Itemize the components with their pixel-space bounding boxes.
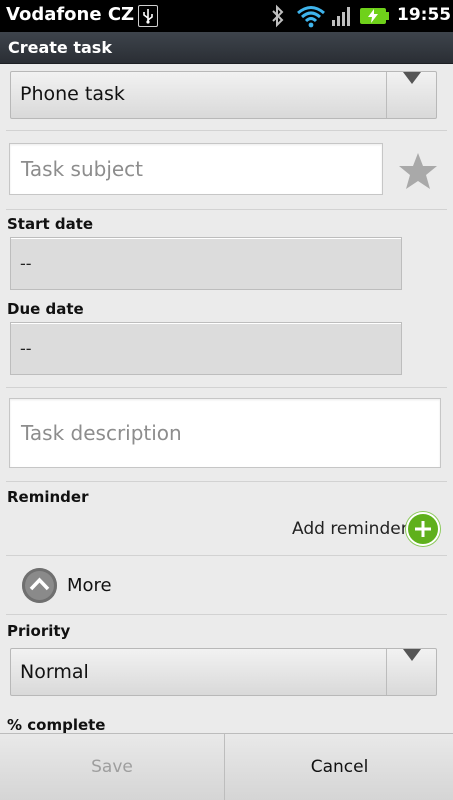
reminder-label: Reminder [7, 488, 89, 506]
page-title: Create task [8, 38, 112, 57]
divider [6, 555, 447, 556]
task-description-placeholder: Task description [21, 421, 182, 445]
due-date-field[interactable]: -- [10, 322, 402, 375]
priority-value: Normal [20, 661, 89, 683]
chevron-up-icon [22, 568, 57, 603]
divider [6, 209, 447, 210]
add-reminder-label: Add reminder [292, 519, 408, 539]
battery-charging-icon [360, 8, 389, 24]
start-date-field[interactable]: -- [10, 237, 402, 290]
save-button[interactable]: Save [0, 734, 225, 800]
bottom-button-bar: Save Cancel [0, 733, 453, 800]
due-date-value: -- [20, 339, 32, 358]
wifi-icon [296, 4, 326, 32]
priority-label: Priority [7, 622, 71, 640]
start-date-value: -- [20, 254, 32, 273]
signal-icon [330, 4, 354, 32]
cancel-button[interactable]: Cancel [226, 734, 453, 800]
task-description-input[interactable]: Task description [9, 398, 441, 468]
task-subject-input[interactable]: Task subject [9, 143, 383, 195]
star-icon[interactable] [398, 152, 438, 194]
status-bar: Vodafone CZ 19:55 [0, 0, 453, 32]
priority-dropdown[interactable]: Normal [10, 648, 437, 696]
carrier-name: Vodafone CZ [6, 4, 135, 25]
task-type-dropdown[interactable]: Phone task [10, 71, 437, 119]
percent-complete-label: % complete [7, 716, 106, 734]
add-reminder-button[interactable]: Add reminder [286, 512, 444, 548]
plus-circle-icon [406, 512, 440, 546]
title-bar: Create task [0, 32, 453, 64]
more-label: More [67, 575, 112, 596]
divider [6, 387, 447, 388]
due-date-label: Due date [7, 300, 84, 318]
divider [6, 614, 447, 615]
start-date-label: Start date [7, 215, 94, 233]
more-toggle[interactable]: More [22, 568, 162, 604]
task-subject-placeholder: Task subject [21, 157, 144, 181]
divider [6, 481, 447, 482]
clock: 19:55 [397, 5, 452, 25]
chevron-down-icon [386, 649, 436, 695]
divider [6, 130, 447, 131]
usb-icon [138, 5, 158, 27]
bluetooth-icon [270, 4, 286, 32]
task-type-value: Phone task [20, 83, 125, 105]
chevron-down-icon [386, 72, 436, 118]
